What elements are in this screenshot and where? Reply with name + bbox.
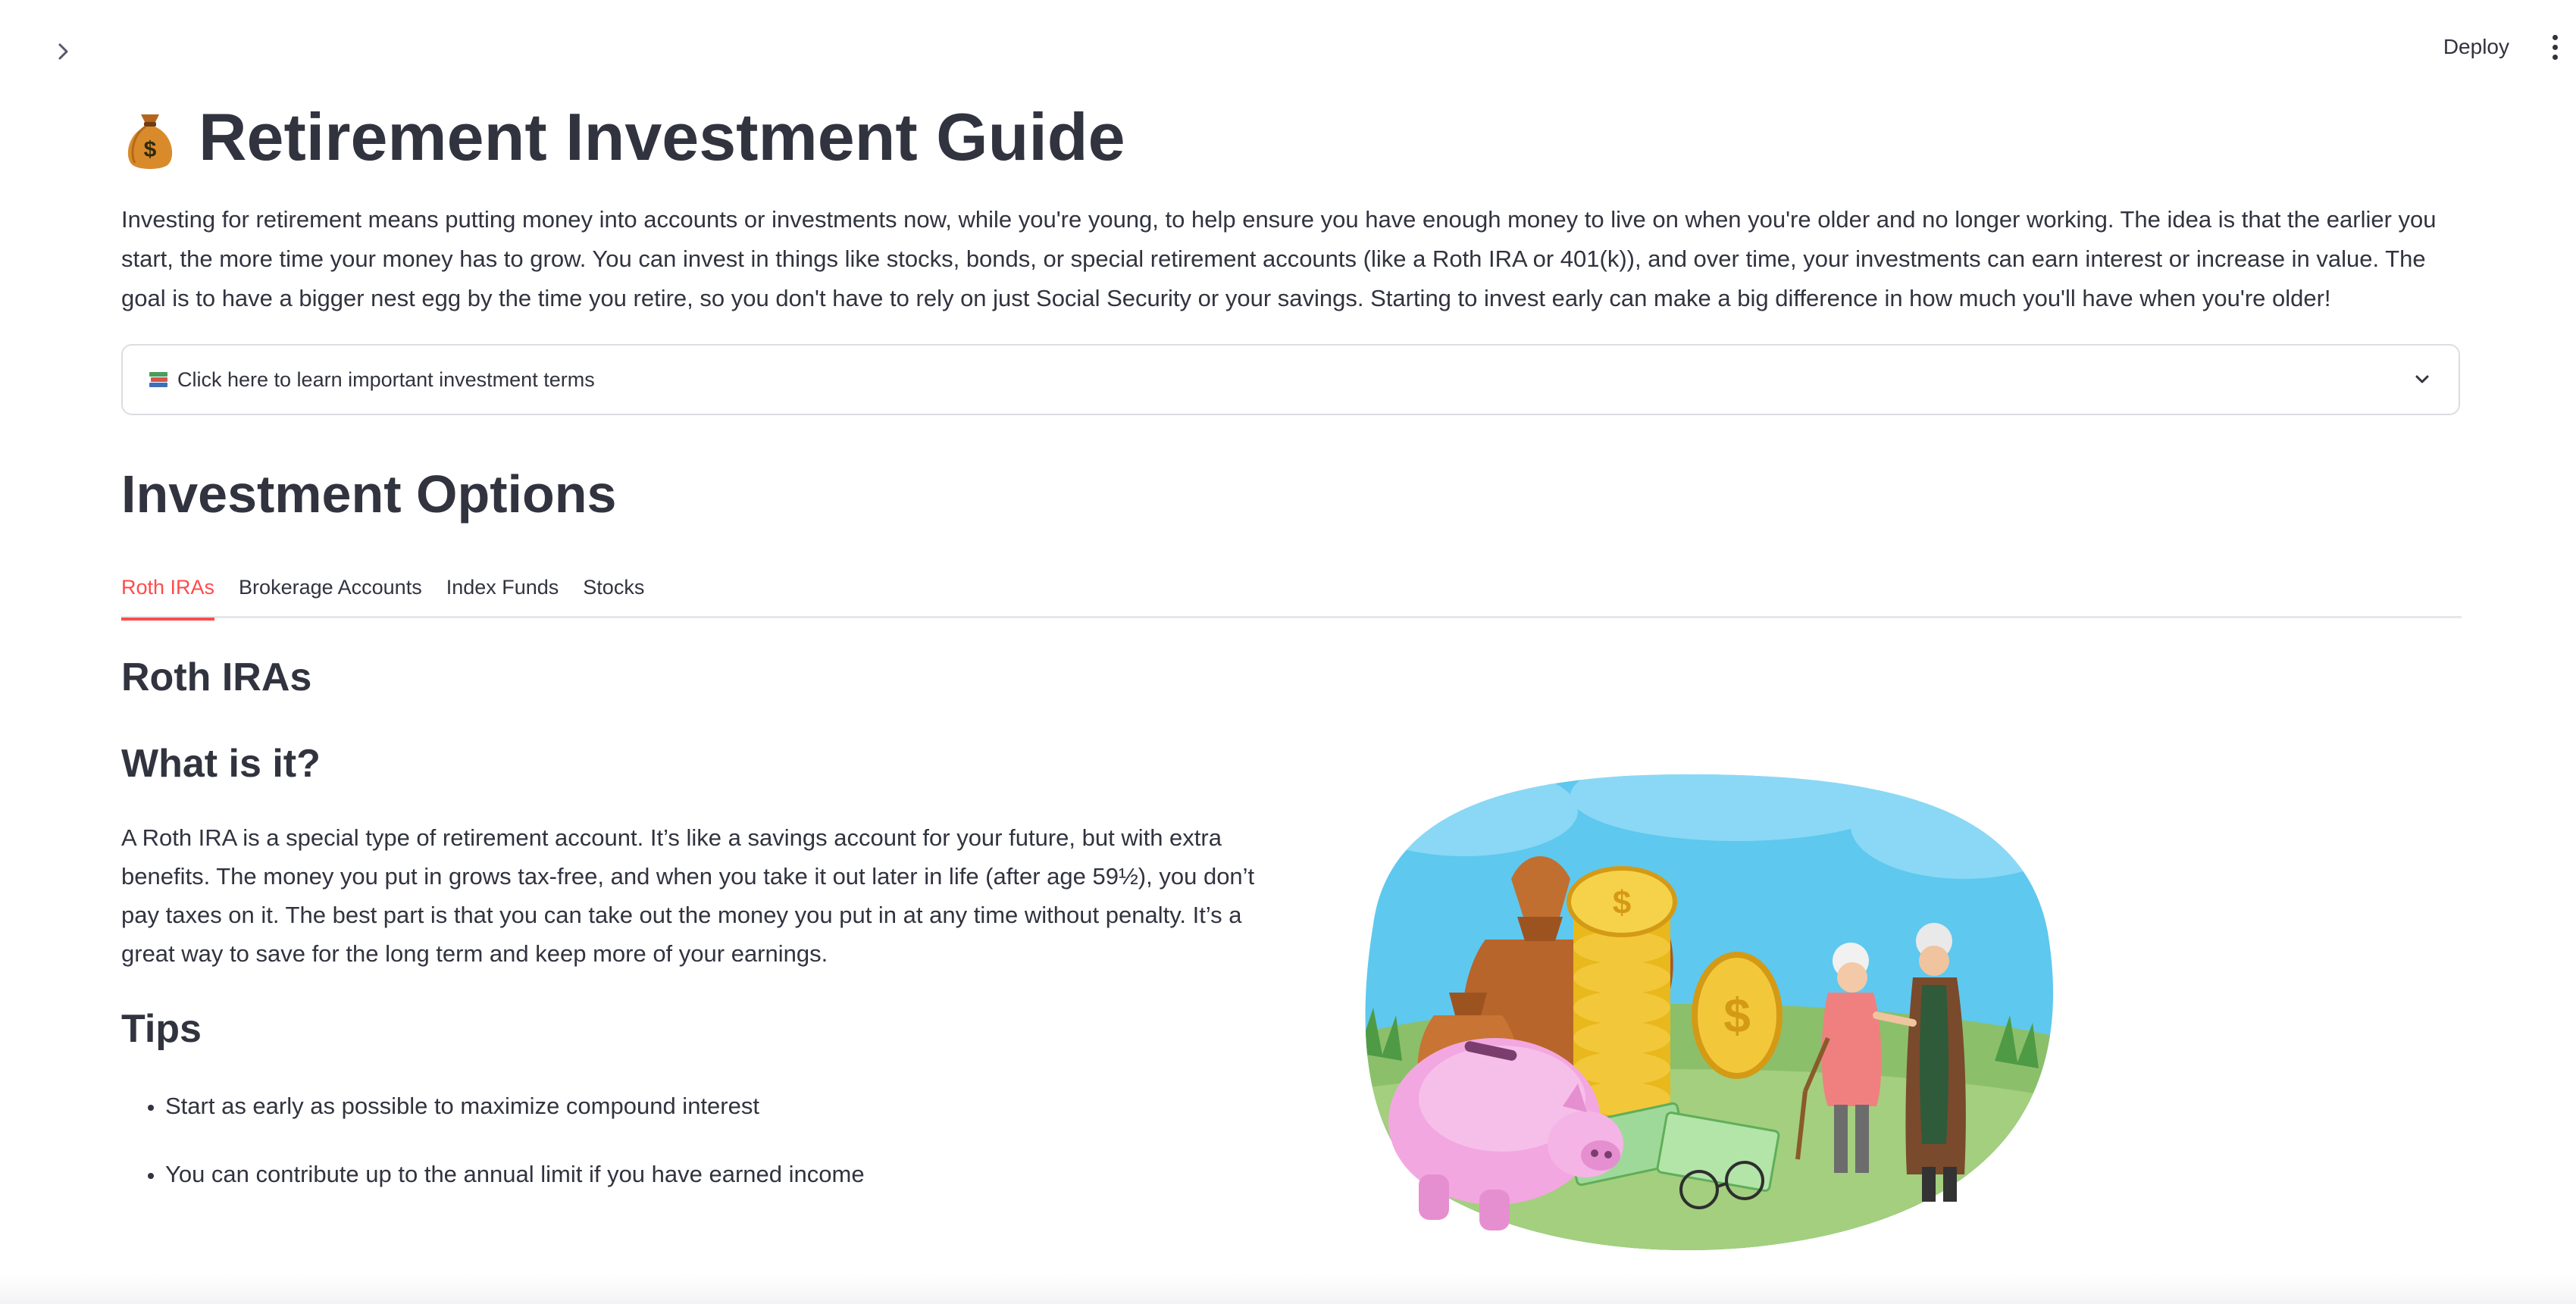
chevron-down-icon (2415, 375, 2429, 383)
list-item: You can contribute up to the annual limi… (165, 1155, 865, 1194)
svg-text:$: $ (144, 137, 157, 162)
tips-list: Start as early as possible to maximize c… (121, 1087, 865, 1223)
tab-brokerage-accounts[interactable]: Brokerage Accounts (239, 561, 422, 618)
svg-text:$: $ (1723, 988, 1751, 1043)
page-header: $ Retirement Investment Guide (121, 99, 1125, 176)
money-bag-icon: $ (127, 114, 173, 169)
investment-options-heading: Investment Options (121, 464, 617, 524)
tab-index-funds[interactable]: Index Funds (446, 561, 559, 618)
retirement-savings-illustration: $ $ (1365, 774, 2054, 1250)
chevron-right-icon (58, 43, 68, 60)
bottom-fade (0, 1274, 2576, 1304)
tab-roth-iras[interactable]: Roth IRAs (121, 561, 215, 621)
list-item: Start as early as possible to maximize c… (165, 1087, 865, 1126)
main-menu-icon[interactable] (2546, 30, 2564, 64)
page-title: Retirement Investment Guide (199, 99, 1125, 174)
tab-content-heading: Roth IRAs (121, 655, 312, 699)
what-is-it-heading: What is it? (121, 742, 321, 786)
intro-paragraph: Investing for retirement means putting m… (121, 206, 2437, 311)
books-icon (149, 372, 167, 387)
expander-label: Click here to learn important investment… (177, 367, 595, 391)
deploy-button[interactable]: Deploy (2436, 30, 2517, 64)
sidebar-expand-button[interactable] (47, 35, 80, 68)
investment-terms-expander[interactable]: Click here to learn important investment… (121, 344, 2460, 415)
svg-text:$: $ (1613, 884, 1631, 921)
top-toolbar: Deploy (2436, 27, 2564, 67)
tab-stocks[interactable]: Stocks (583, 561, 644, 618)
tips-heading: Tips (121, 1007, 202, 1051)
investment-tabs: Roth IRAs Brokerage Accounts Index Funds… (121, 561, 2462, 621)
roth-ira-description: A Roth IRA is a special type of retireme… (121, 824, 1255, 967)
